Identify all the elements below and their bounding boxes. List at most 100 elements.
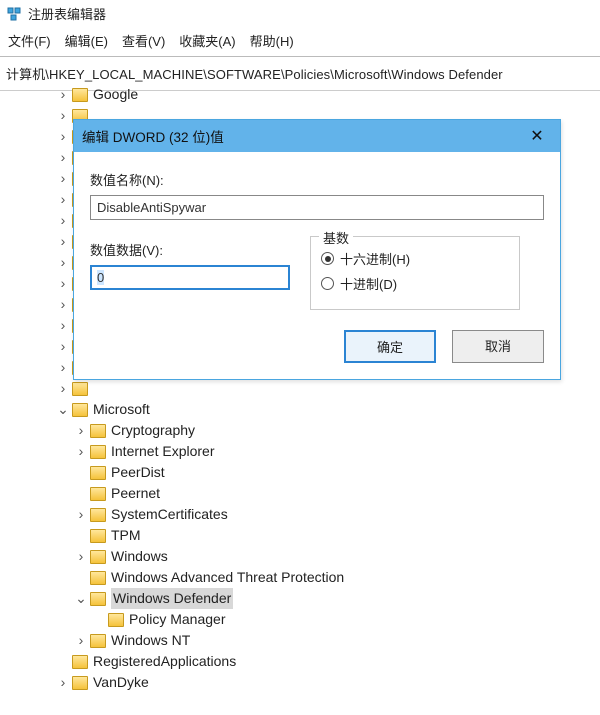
tree-item-label: Windows NT [111,630,190,651]
chevron-down-icon[interactable]: ⌄ [74,588,88,609]
menu-edit[interactable]: 编辑(E) [65,31,108,50]
chevron-right-icon[interactable]: › [56,126,70,147]
tree-item[interactable]: · TPM [20,525,600,546]
tree-item[interactable]: · Policy Manager [20,609,600,630]
folder-icon [90,445,106,459]
menu-file[interactable]: 文件(F) [8,31,51,50]
tree-item-label: RegisteredApplications [93,651,236,672]
tree-item-label: Cryptography [111,420,195,441]
dialog-titlebar[interactable]: 编辑 DWORD (32 位)值 ✕ [74,120,560,152]
menu-bar: 文件(F) 编辑(E) 查看(V) 收藏夹(A) 帮助(H) [0,27,600,57]
menu-help[interactable]: 帮助(H) [250,31,294,50]
tree-item[interactable]: ⌄ Microsoft [20,399,600,420]
chevron-right-icon[interactable]: › [56,147,70,168]
folder-icon [90,424,106,438]
folder-icon [72,88,88,102]
chevron-right-icon[interactable]: › [56,294,70,315]
folder-icon [90,529,106,543]
tree-item-label: Windows [111,546,168,567]
edit-dword-dialog: 编辑 DWORD (32 位)值 ✕ 数值名称(N): 数值数据(V): 0 基… [73,119,561,380]
chevron-right-icon[interactable]: › [56,210,70,231]
value-data-input[interactable]: 0 [90,265,290,290]
chevron-right-icon[interactable]: · [74,462,88,483]
tree-item[interactable]: ›Google [20,84,600,105]
close-icon[interactable]: ✕ [522,126,552,146]
folder-icon [72,403,88,417]
dialog-title: 编辑 DWORD (32 位)值 [82,126,522,146]
tree-item[interactable]: · PeerDist [20,462,600,483]
chevron-right-icon[interactable]: › [56,189,70,210]
radio-icon [321,277,334,290]
tree-item[interactable]: ⌄ Windows Defender [20,588,600,609]
chevron-down-icon[interactable]: ⌄ [56,399,70,420]
window-titlebar: 注册表编辑器 [0,0,600,27]
tree-item[interactable]: › Internet Explorer [20,441,600,462]
tree-item-label: SystemCertificates [111,504,228,525]
regedit-icon [6,6,22,22]
chevron-right-icon[interactable]: › [56,84,70,105]
chevron-right-icon[interactable]: › [56,168,70,189]
tree-item[interactable]: · Peernet [20,483,600,504]
chevron-right-icon[interactable]: · [92,609,106,630]
tree-item[interactable]: · RegisteredApplications [20,651,600,672]
folder-icon [72,382,88,396]
menu-favorites[interactable]: 收藏夹(A) [179,31,235,50]
folder-icon [90,634,106,648]
folder-icon [90,487,106,501]
tree-item[interactable]: › Cryptography [20,420,600,441]
tree-item[interactable]: › [20,378,600,399]
tree-item[interactable]: · Windows Advanced Threat Protection [20,567,600,588]
folder-icon [90,508,106,522]
tree-item[interactable]: › SystemCertificates [20,504,600,525]
tree-item-label: VanDyke [93,672,149,693]
chevron-right-icon[interactable]: · [74,567,88,588]
chevron-right-icon[interactable]: › [74,546,88,567]
chevron-right-icon[interactable]: › [74,504,88,525]
tree-item-label: Microsoft [93,399,150,420]
tree-item[interactable]: › Windows NT [20,630,600,651]
radio-dec-label: 十进制(D) [340,274,397,293]
chevron-right-icon[interactable]: › [56,231,70,252]
chevron-right-icon[interactable]: › [74,441,88,462]
chevron-right-icon[interactable]: · [56,651,70,672]
tree-item[interactable]: › Windows [20,546,600,567]
tree-item-label: Windows Defender [111,588,233,609]
tree-item-label: PeerDist [111,462,165,483]
chevron-right-icon[interactable]: · [74,483,88,504]
radio-hex[interactable]: 十六进制(H) [321,249,509,268]
tree-item-label: Windows Advanced Threat Protection [111,567,344,588]
folder-icon [90,466,106,480]
folder-icon [90,571,106,585]
chevron-right-icon[interactable]: › [74,630,88,651]
chevron-right-icon[interactable]: › [56,315,70,336]
window-title: 注册表编辑器 [28,4,106,23]
value-data-label: 数值数据(V): [90,240,290,259]
ok-button[interactable]: 确定 [344,330,436,363]
chevron-right-icon[interactable]: · [74,525,88,546]
tree-item[interactable]: › VanDyke [20,672,600,693]
folder-icon [72,676,88,690]
chevron-right-icon[interactable]: › [74,420,88,441]
value-name-label: 数值名称(N): [90,170,544,189]
radio-hex-label: 十六进制(H) [340,249,410,268]
base-legend: 基数 [319,228,353,247]
radio-dec[interactable]: 十进制(D) [321,274,509,293]
folder-icon [72,655,88,669]
chevron-right-icon[interactable]: › [56,336,70,357]
tree-item-label: Policy Manager [129,609,226,630]
chevron-right-icon[interactable]: › [56,357,70,378]
chevron-right-icon[interactable]: › [56,378,70,399]
chevron-right-icon[interactable]: › [56,273,70,294]
value-name-input[interactable] [90,195,544,220]
cancel-button[interactable]: 取消 [452,330,544,363]
folder-icon [90,592,106,606]
chevron-right-icon[interactable]: › [56,672,70,693]
folder-icon [90,550,106,564]
tree-item-label: TPM [111,525,141,546]
tree-item-label: Peernet [111,483,160,504]
tree-item-label: Internet Explorer [111,441,215,462]
folder-icon [108,613,124,627]
menu-view[interactable]: 查看(V) [122,31,165,50]
chevron-right-icon[interactable]: › [56,105,70,126]
chevron-right-icon[interactable]: › [56,252,70,273]
